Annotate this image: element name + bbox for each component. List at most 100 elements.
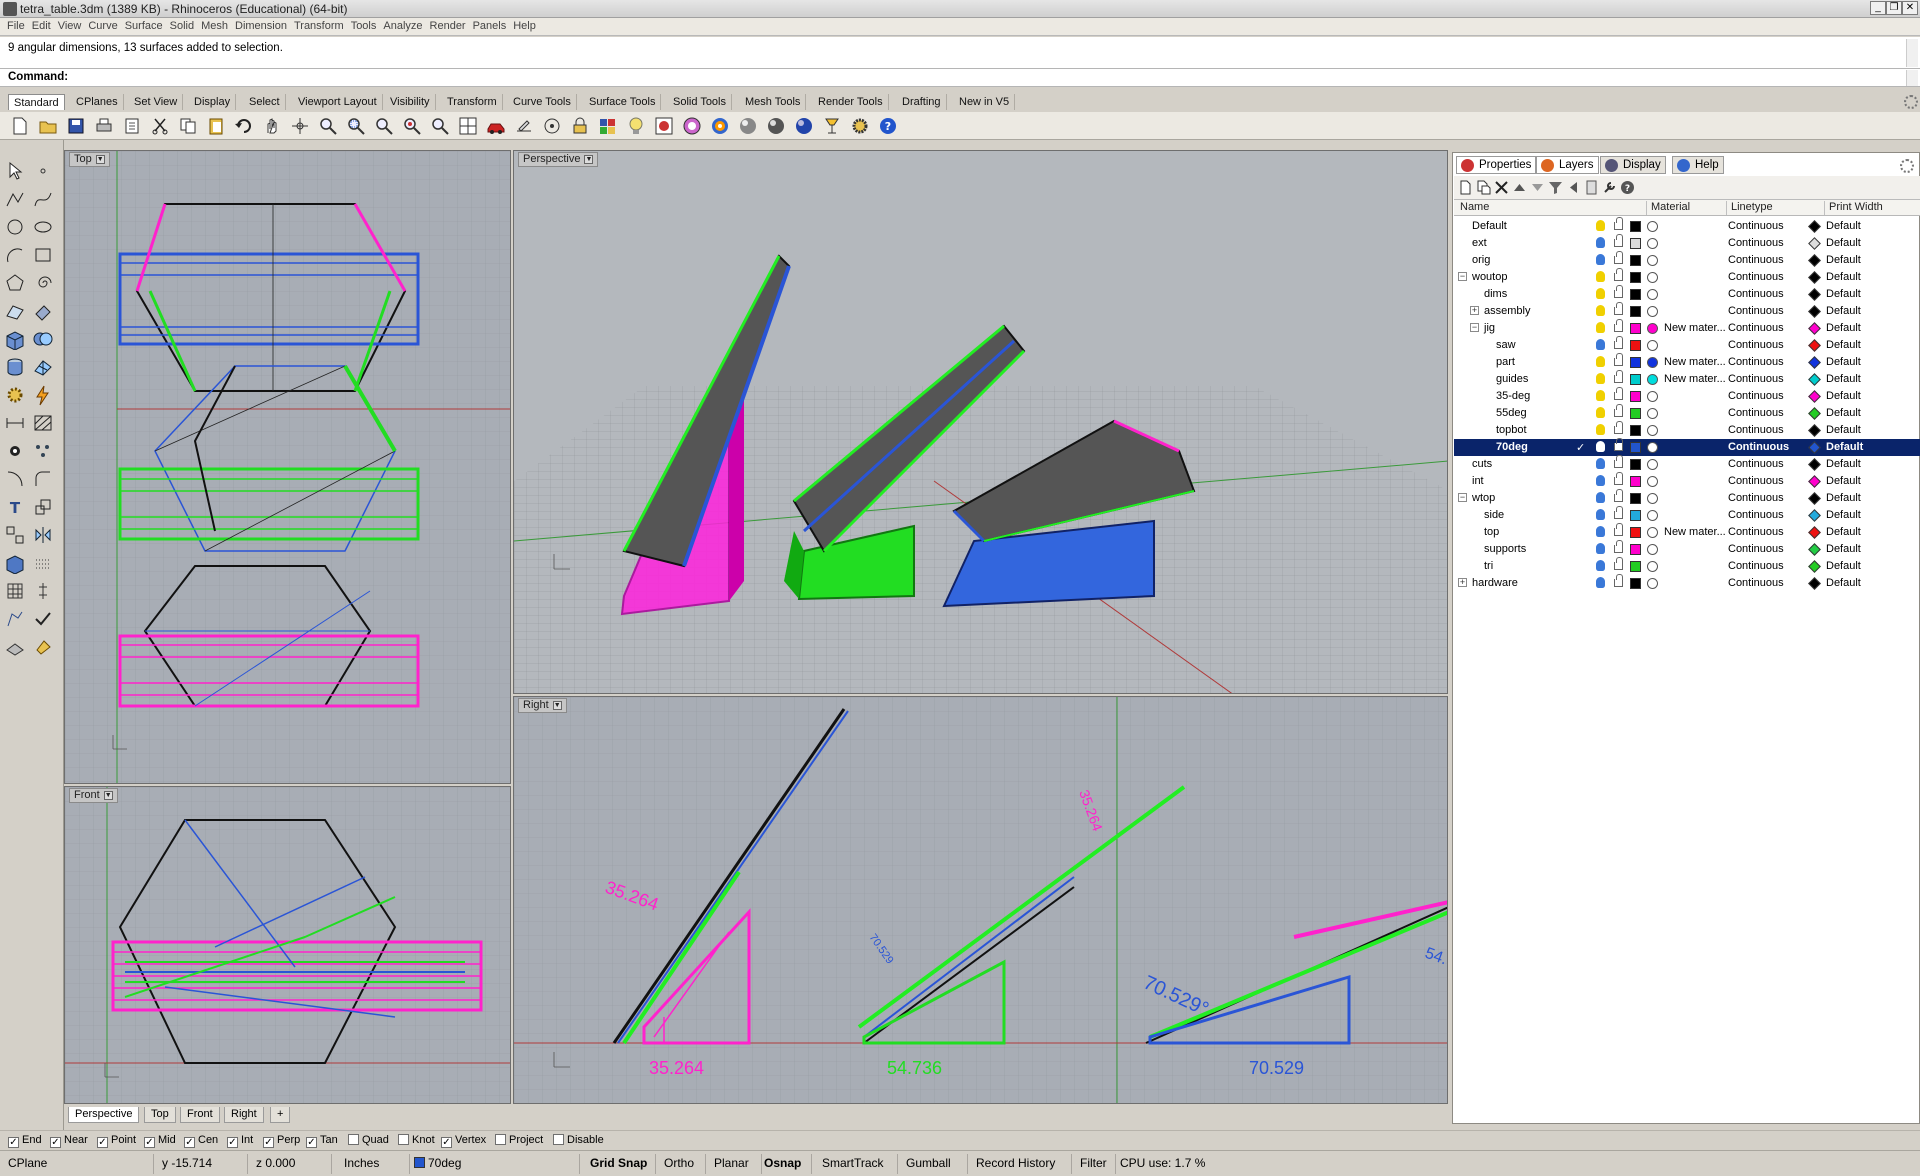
layer-lock-icon[interactable] [1614,336,1623,349]
layer-material-icon[interactable] [1647,238,1658,249]
tab-drafting[interactable]: Drafting [897,94,947,110]
layer-color-swatch[interactable] [1630,289,1641,300]
layer-linetype[interactable]: Continuous [1728,305,1784,317]
layer-visibility-bulb-icon[interactable] [1596,441,1605,452]
layer-row[interactable]: supports Continuous Default [1454,540,1920,558]
viewport-perspective-menu-icon[interactable]: ▼ [584,154,594,164]
layer-color-swatch[interactable] [1630,493,1641,504]
layer-material-icon[interactable] [1647,306,1658,317]
mesh-icon[interactable] [32,356,54,378]
layer-linetype[interactable]: Continuous [1728,543,1784,555]
tab-render-tools[interactable]: Render Tools [813,94,889,110]
layer-visibility-bulb-icon[interactable] [1596,356,1605,367]
new-sublayer-icon[interactable] [1476,180,1491,195]
tab-surface-tools[interactable]: Surface Tools [584,94,662,110]
layer-name[interactable]: wtop [1472,492,1495,504]
layer-color-swatch[interactable] [1630,357,1641,368]
layer-print-color-icon[interactable] [1808,390,1821,403]
layer-name[interactable]: 35-deg [1496,390,1530,402]
layer-print-width[interactable]: Default [1826,560,1861,572]
layer-visibility-bulb-icon[interactable] [1596,339,1605,350]
box-icon[interactable] [4,328,26,350]
layer-color-swatch[interactable] [1630,323,1641,334]
osnap-int-checkbox[interactable]: ✓ [227,1137,238,1148]
print-icon[interactable] [94,116,114,136]
layer-name[interactable]: tri [1484,560,1493,572]
menu-panels[interactable]: Panels [466,18,507,32]
layer-material-icon[interactable] [1647,221,1658,232]
layer-name[interactable]: int [1472,475,1484,487]
layer-material-name[interactable]: New mater... [1664,356,1726,368]
layer-material-icon[interactable] [1647,323,1658,334]
layer-visibility-bulb-icon[interactable] [1596,509,1605,520]
layer-row[interactable]: − wtop Continuous Default [1454,489,1920,507]
layer-visibility-bulb-icon[interactable] [1596,492,1605,503]
layer-print-width[interactable]: Default [1826,543,1861,555]
layer-row[interactable]: dims Continuous Default [1454,285,1920,303]
layer-color-swatch[interactable] [1630,510,1641,521]
layer-print-color-icon[interactable] [1808,407,1821,420]
layer-visibility-bulb-icon[interactable] [1596,254,1605,265]
edit-icon[interactable] [514,116,534,136]
osnap-cen-checkbox[interactable]: ✓ [184,1137,195,1148]
spiral-icon[interactable] [32,272,54,294]
layer-print-color-icon[interactable] [1808,543,1821,556]
osnap-project-checkbox[interactable] [495,1134,506,1145]
layer-linetype[interactable]: Continuous [1728,492,1784,504]
menu-surface[interactable]: Surface [118,18,163,32]
box-edit-icon[interactable] [4,552,26,574]
layer-color-swatch[interactable] [1630,221,1641,232]
layer-material-name[interactable]: New mater... [1664,322,1726,334]
layer-material-icon[interactable] [1647,578,1658,589]
layer-name[interactable]: top [1484,526,1499,538]
layer-linetype[interactable]: Continuous [1728,577,1784,589]
lamp-icon[interactable] [822,116,842,136]
layer-name[interactable]: hardware [1472,577,1518,589]
layer-color-swatch[interactable] [1630,255,1641,266]
layer-print-width[interactable]: Default [1826,271,1861,283]
zoom-icon[interactable] [318,116,338,136]
column-print-width[interactable]: Print Width [1824,201,1883,215]
osnap-vertex-checkbox[interactable]: ✓ [441,1137,452,1148]
osnap-quad[interactable]: Quad [348,1134,389,1146]
layer-visibility-bulb-icon[interactable] [1596,475,1605,486]
properties-icon[interactable] [654,116,674,136]
command-line-scrollbar[interactable] [1906,70,1918,86]
viewport-right-label[interactable]: Right ▼ [518,698,567,713]
osnap-quad-checkbox[interactable] [348,1134,359,1145]
viewport-front[interactable]: Front ▼ [64,786,511,1104]
layer-name[interactable]: side [1484,509,1504,521]
filter-toggle[interactable]: Filter [1076,1154,1116,1174]
filter-icon[interactable] [1548,180,1563,195]
layer-row[interactable]: part New mater... Continuous Default [1454,353,1920,371]
osnap-disable-checkbox[interactable] [553,1134,564,1145]
layer-visibility-bulb-icon[interactable] [1596,577,1605,588]
layer-lock-icon[interactable] [1614,302,1623,315]
layer-print-width[interactable]: Default [1826,322,1861,334]
layer-material-icon[interactable] [1647,425,1658,436]
arc-icon[interactable] [4,244,26,266]
layer-print-width[interactable]: Default [1826,492,1861,504]
layer-visibility-bulb-icon[interactable] [1596,458,1605,469]
curve-icon[interactable] [32,188,54,210]
layer-linetype[interactable]: Continuous [1728,390,1784,402]
status-cplane[interactable]: CPlane [4,1154,154,1174]
layer-color-swatch[interactable] [1630,561,1641,572]
layer-linetype[interactable]: Continuous [1728,322,1784,334]
layer-material-icon[interactable] [1647,510,1658,521]
layer-print-width[interactable]: Default [1826,509,1861,521]
layer-color-swatch[interactable] [1630,272,1641,283]
sphere-shaded-icon[interactable] [766,116,786,136]
layer-lock-icon[interactable] [1614,523,1623,536]
menu-analyze[interactable]: Analyze [376,18,422,32]
menu-solid[interactable]: Solid [163,18,194,32]
paint-icon[interactable] [32,636,54,658]
light-bulb-icon[interactable] [626,116,646,136]
layer-color-swatch[interactable] [1630,306,1641,317]
pan-icon[interactable] [262,116,282,136]
panel-gear-icon[interactable] [1900,159,1914,173]
close-button[interactable]: ✕ [1902,1,1918,15]
layer-name[interactable]: topbot [1496,424,1527,436]
mirror-icon[interactable] [32,524,54,546]
zoom-selected-icon[interactable] [402,116,422,136]
